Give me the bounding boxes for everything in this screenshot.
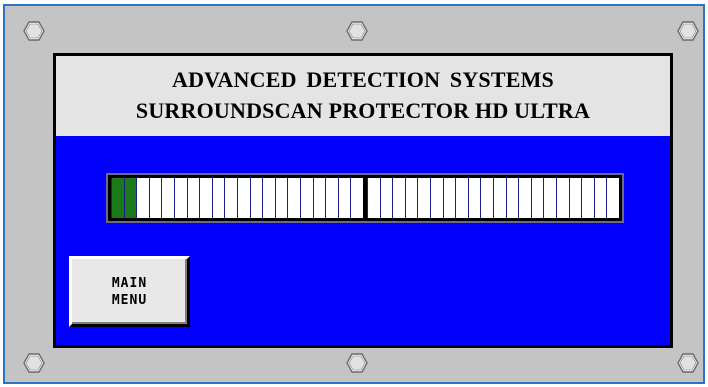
display-panel: ADVANCED DETECTION SYSTEMS SURROUNDSCAN … — [53, 53, 673, 348]
hex-bolt-icon — [677, 352, 699, 374]
bar-segment — [367, 178, 380, 218]
bar-segment — [337, 178, 351, 218]
bar-segment — [224, 178, 237, 218]
bar-segment — [325, 178, 338, 218]
bar-segment — [136, 178, 149, 218]
bar-segment — [556, 178, 569, 218]
hex-bolt-icon — [23, 352, 45, 374]
bar-segment — [312, 178, 326, 218]
bar-segment — [606, 178, 619, 218]
bar-segment — [430, 178, 443, 218]
main-menu-label: MAIN MENU — [111, 275, 148, 308]
bar-segment — [493, 178, 506, 218]
bar-segment — [161, 178, 174, 218]
bar-segment — [237, 178, 250, 218]
bar-segment — [174, 178, 187, 218]
bar-segment — [467, 178, 481, 218]
bar-segment — [287, 178, 300, 218]
bar-segment — [300, 178, 313, 218]
bar-segment — [417, 178, 430, 218]
bar-segment — [148, 178, 162, 218]
hex-bolt-icon — [677, 20, 699, 42]
bar-segment — [249, 178, 263, 218]
hex-bolt-icon — [346, 352, 368, 374]
bar-segment — [379, 178, 393, 218]
bar-segment — [505, 178, 519, 218]
hex-bolt-icon — [346, 20, 368, 42]
bar-segment — [111, 178, 124, 218]
title-line-1: ADVANCED DETECTION SYSTEMS — [172, 67, 554, 92]
bargraph-center-divider — [363, 178, 367, 218]
bar-segment — [262, 178, 275, 218]
bar-segment — [186, 178, 200, 218]
bar-segment — [518, 178, 531, 218]
title-banner: ADVANCED DETECTION SYSTEMS SURROUNDSCAN … — [56, 56, 670, 136]
bar-segment — [404, 178, 418, 218]
main-menu-button[interactable]: MAIN MENU — [69, 256, 190, 327]
bar-segment — [211, 178, 225, 218]
signal-bargraph — [106, 173, 624, 223]
hex-bolt-icon — [23, 20, 45, 42]
bar-segment — [593, 178, 607, 218]
title-line-2: SURROUNDSCAN PROTECTOR HD ULTRA — [135, 98, 591, 123]
display-screen: ADVANCED DETECTION SYSTEMS SURROUNDSCAN … — [56, 56, 670, 345]
bar-segment — [455, 178, 468, 218]
bar-segment — [442, 178, 456, 218]
bar-segment — [581, 178, 594, 218]
bar-segment — [350, 178, 363, 218]
bar-segment — [530, 178, 544, 218]
bar-segment — [199, 178, 212, 218]
bargraph-track — [111, 178, 619, 218]
bar-segment — [123, 178, 137, 218]
bar-segment — [392, 178, 405, 218]
bar-segment — [568, 178, 582, 218]
bar-segment — [543, 178, 556, 218]
bar-segment — [480, 178, 493, 218]
bar-segment — [274, 178, 288, 218]
